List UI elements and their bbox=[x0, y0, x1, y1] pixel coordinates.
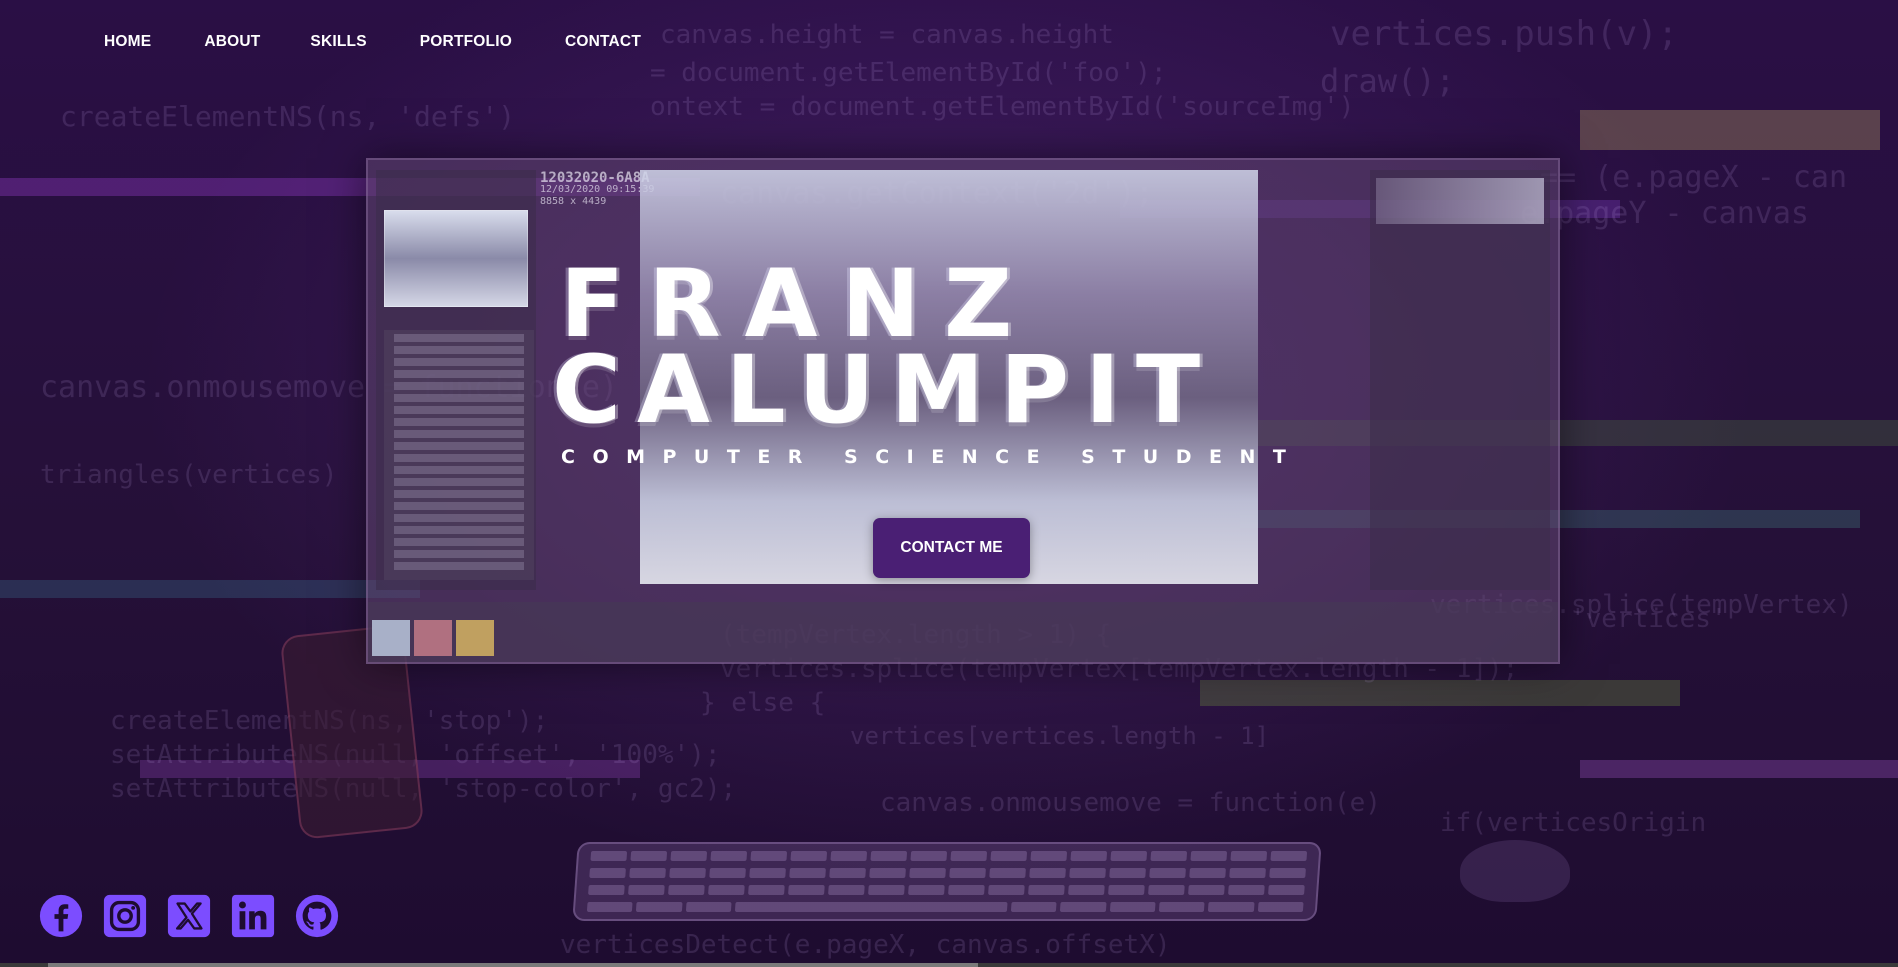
monitor-navigator-thumbnail bbox=[384, 210, 528, 307]
instagram-link[interactable] bbox=[102, 893, 148, 939]
glitch-bar bbox=[1580, 760, 1898, 778]
scrollbar-thumb[interactable] bbox=[48, 963, 978, 967]
nav-about[interactable]: ABOUT bbox=[204, 33, 260, 51]
filmstrip-thumb bbox=[414, 620, 452, 656]
glitch-bar bbox=[0, 580, 420, 598]
nav-portfolio[interactable]: PORTFOLIO bbox=[420, 33, 512, 51]
hero-subtitle: COMPUTER SCIENCE STUDENT bbox=[561, 446, 1304, 468]
nav-home[interactable]: HOME bbox=[104, 33, 151, 51]
social-links bbox=[38, 893, 340, 939]
glitch-bar bbox=[1200, 680, 1680, 706]
background-code-line: triangles(vertices) bbox=[40, 460, 338, 490]
linkedin-icon bbox=[231, 894, 275, 938]
monitor-right-panel bbox=[1370, 170, 1550, 590]
github-icon bbox=[295, 894, 339, 938]
mouse-prop bbox=[1460, 840, 1570, 902]
filmstrip-thumb bbox=[456, 620, 494, 656]
facebook-link[interactable] bbox=[38, 893, 84, 939]
background-code-line: canvas.onmousemove = function(e) bbox=[880, 788, 1381, 818]
background-code-line: ontext = document.getElementById('source… bbox=[650, 92, 1355, 122]
background-code-line: e.pageY - canvas bbox=[1520, 196, 1809, 231]
monitor-file-name: 12032020-6A8A bbox=[540, 170, 650, 186]
x-link[interactable] bbox=[166, 893, 212, 939]
glitch-bar bbox=[1580, 110, 1880, 150]
page: canvas.height = canvas.height vertices.p… bbox=[0, 0, 1898, 967]
background-code-line: vertices.push(v); bbox=[1330, 14, 1678, 54]
monitor-file-dims: 8858 x 4439 bbox=[540, 196, 607, 207]
hero-title: FRANZ CALUMPIT bbox=[552, 258, 1217, 445]
instagram-icon bbox=[103, 894, 147, 938]
monitor-file-info: 12032020-6A8A 12/03/2020 09:15:39 8858 x… bbox=[540, 170, 655, 208]
filmstrip-thumb bbox=[372, 620, 410, 656]
background-code-line: verticesDetect(e.pageX, canvas.offsetX) bbox=[560, 930, 1171, 960]
nav-skills[interactable]: SKILLS bbox=[310, 33, 366, 51]
monitor-presets-list bbox=[384, 330, 534, 580]
monitor-filmstrip bbox=[368, 602, 1558, 662]
github-link[interactable] bbox=[294, 893, 340, 939]
main-nav: HOME ABOUT SKILLS PORTFOLIO CONTACT bbox=[104, 33, 694, 51]
background-code-line: canvas.height = canvas.height bbox=[660, 20, 1114, 50]
contact-me-button[interactable]: CONTACT ME bbox=[873, 518, 1030, 578]
nav-contact[interactable]: CONTACT bbox=[565, 33, 641, 51]
horizontal-scrollbar[interactable] bbox=[0, 963, 1898, 967]
background-code-line: vertices[vertices.length - 1] bbox=[850, 722, 1270, 750]
monitor-histogram bbox=[1376, 178, 1544, 224]
background-code-line: 'vertices' bbox=[1570, 604, 1727, 634]
hero-title-last-name: CALUMPIT bbox=[552, 336, 1217, 445]
linkedin-link[interactable] bbox=[230, 893, 276, 939]
x-icon bbox=[167, 894, 211, 938]
keyboard-prop bbox=[572, 842, 1322, 921]
background-code-line: == (e.pageX - can bbox=[1540, 160, 1848, 195]
background-code-line: } else { bbox=[700, 688, 826, 718]
background-code-line: = document.getElementById('foo'); bbox=[650, 58, 1167, 88]
facebook-icon bbox=[39, 894, 83, 938]
monitor-file-date: 12/03/2020 09:15:39 bbox=[540, 184, 655, 195]
background-code-line: setAttributeNS(null, 'stop-color', gc2); bbox=[110, 774, 737, 804]
background-code-line: draw(); bbox=[1320, 62, 1455, 100]
background-code-line: createElementNS(ns, 'defs') bbox=[60, 100, 516, 133]
background-code-line: if(verticesOrigin bbox=[1440, 808, 1707, 838]
monitor-left-panel bbox=[376, 170, 536, 590]
